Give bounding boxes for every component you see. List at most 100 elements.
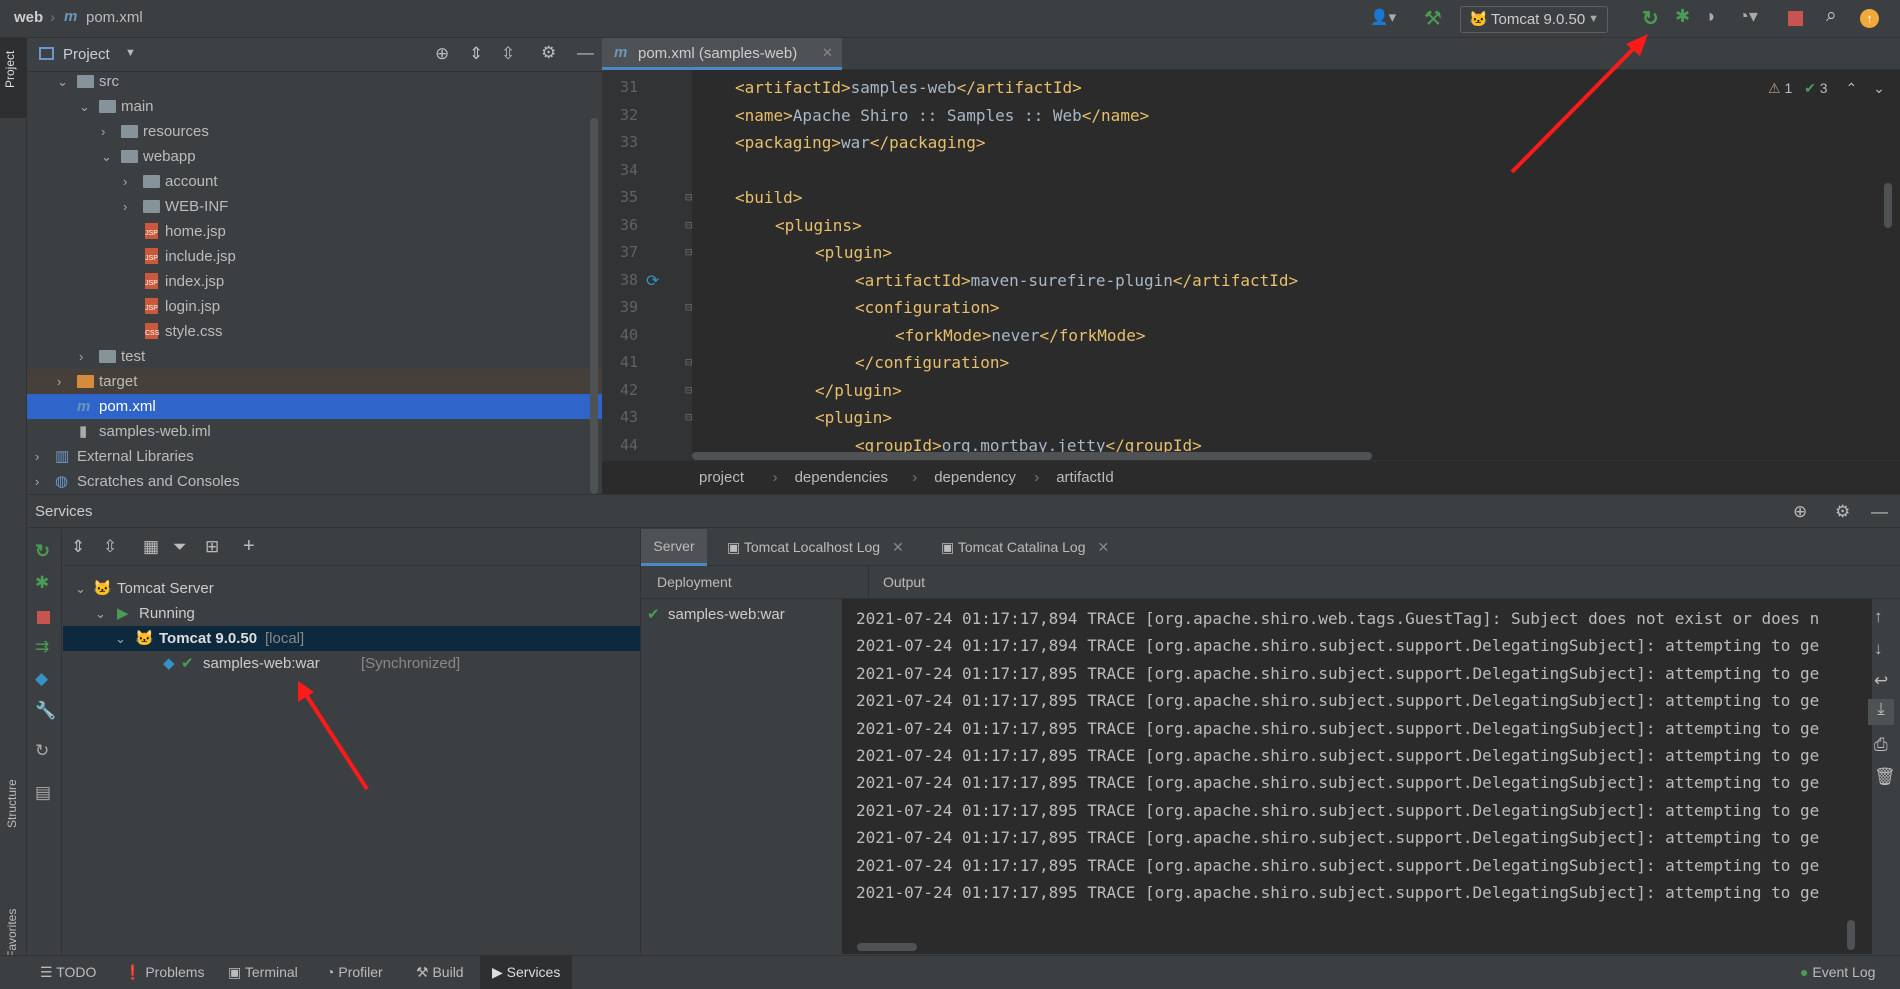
wrench-icon[interactable]: 🔧 <box>35 701 56 721</box>
previous-highlight-icon[interactable]: ⌃ <box>1845 80 1857 96</box>
refresh-icon[interactable]: ↻ <box>35 741 49 761</box>
horizontal-scrollbar[interactable] <box>692 452 1372 460</box>
project-tree-item[interactable]: JSP include.jsp <box>27 244 602 269</box>
collapse-all-icon[interactable]: ⇳ <box>501 44 515 64</box>
search-icon[interactable]: ⌕ <box>1826 5 1837 27</box>
fold-icon[interactable]: ⊟ <box>685 404 692 431</box>
tool-todo[interactable]: ☰ TODO <box>40 956 96 989</box>
project-tree-item[interactable]: ⌄ src <box>27 69 602 94</box>
coverage-icon[interactable]: ◗ <box>1706 6 1717 27</box>
output-vscrollbar[interactable] <box>1847 920 1855 950</box>
chevron-down-icon[interactable]: ⌄ <box>101 144 112 169</box>
run-config-dropdown[interactable]: 🐱 Tomcat 9.0.50 ▼ <box>1460 6 1608 33</box>
profiler-icon[interactable]: ◔▾ <box>1738 6 1758 27</box>
chevron-right-icon[interactable]: › <box>35 444 39 469</box>
chevron-down-icon[interactable]: ⌄ <box>79 94 90 119</box>
chevron-right-icon[interactable]: › <box>57 369 61 394</box>
expand-all-icon[interactable]: ⇕ <box>71 537 85 557</box>
breadcrumb-item[interactable]: dependencies <box>795 461 888 495</box>
project-tree-item[interactable]: › test <box>27 344 602 369</box>
chevron-right-icon[interactable]: › <box>101 119 105 144</box>
output-console[interactable]: 2021-07-24 01:17:17,894 TRACE [org.apach… <box>842 599 1872 954</box>
project-tree-item[interactable]: CSS style.css <box>27 319 602 344</box>
locate-icon[interactable]: ⊕ <box>435 44 449 64</box>
output-hscrollbar[interactable] <box>857 943 917 951</box>
fold-icon[interactable]: ⊟ <box>685 184 692 211</box>
project-tree-item[interactable]: › account <box>27 169 602 194</box>
arrow-down-icon[interactable]: ↓ <box>1874 639 1883 659</box>
project-scrollbar[interactable] <box>590 118 598 494</box>
override-icon[interactable]: ⟳ <box>646 267 659 294</box>
tree-item-running[interactable]: ⌄ ▶ Running <box>63 601 640 626</box>
fold-icon[interactable]: ⊟ <box>685 212 692 239</box>
scroll-to-end-icon[interactable]: ⤓ <box>1868 699 1894 725</box>
arrow-up-icon[interactable]: ↑ <box>1874 607 1883 627</box>
project-tool-tab[interactable]: Project <box>3 51 17 88</box>
tree-item-tomcat-instance[interactable]: ⌄ 🐱 Tomcat 9.0.50 [local] <box>63 626 640 651</box>
chevron-down-icon[interactable]: ⌄ <box>95 601 106 626</box>
project-view-selector[interactable]: Project <box>63 46 110 63</box>
fold-icon[interactable]: ⊟ <box>685 294 692 321</box>
hide-icon[interactable]: — <box>1871 495 1888 528</box>
project-tree-item[interactable]: m pom.xml <box>27 394 602 419</box>
collapse-all-icon[interactable]: ⇳ <box>103 537 117 557</box>
next-highlight-icon[interactable]: ⌄ <box>1873 80 1885 96</box>
breadcrumb-item[interactable]: artifactId <box>1056 461 1114 495</box>
tool-build[interactable]: ⚒ Build <box>416 956 464 989</box>
group-by-icon[interactable]: ▦ <box>143 537 159 557</box>
tab-pom-xml[interactable]: m pom.xml (samples-web) ✕ <box>602 38 842 70</box>
project-tree-item[interactable]: ▮ samples-web.iml <box>27 419 602 444</box>
soft-wrap-icon[interactable]: ↩ <box>1874 671 1888 691</box>
chevron-right-icon[interactable]: › <box>123 169 127 194</box>
debug-bug-icon[interactable]: ✱ <box>1675 6 1690 27</box>
project-tree-item[interactable]: › target <box>27 369 602 394</box>
chevron-right-icon[interactable]: › <box>123 194 127 219</box>
chevron-right-icon[interactable]: › <box>79 344 83 369</box>
tool-problems[interactable]: ❗ Problems <box>124 956 204 989</box>
chevron-right-icon[interactable]: › <box>35 469 39 494</box>
gear-icon[interactable]: ⚙ <box>1835 495 1850 528</box>
chevron-down-icon[interactable]: ⌄ <box>75 576 86 601</box>
breadcrumb-item[interactable]: project <box>699 461 744 495</box>
artifact-icon[interactable]: ◆ <box>35 669 48 689</box>
tool-services[interactable]: ▶ Services <box>480 956 573 989</box>
tab-catalina-log[interactable]: ▣ Tomcat Catalina Log ✕ <box>941 529 1109 566</box>
project-tree-item[interactable]: JSP index.jsp <box>27 269 602 294</box>
tab-server[interactable]: Server <box>641 529 707 566</box>
project-tree-item[interactable]: JSP home.jsp <box>27 219 602 244</box>
debug-icon[interactable]: ✱ <box>35 573 49 593</box>
build-hammer-icon[interactable]: ⚒ <box>1424 6 1442 31</box>
hide-icon[interactable]: — <box>577 43 594 63</box>
breadcrumb-item[interactable]: dependency <box>934 461 1016 495</box>
fold-icon[interactable]: ⊟ <box>685 377 692 404</box>
tool-event-log[interactable]: ● Event Log <box>1800 956 1875 989</box>
new-tab-icon[interactable]: ⊞ <box>205 537 219 557</box>
project-tree-item[interactable]: ⌄ webapp <box>27 144 602 169</box>
chevron-down-icon[interactable]: ⌄ <box>115 626 126 651</box>
print-icon[interactable]: ⎙ <box>1874 735 1888 755</box>
stop-icon[interactable] <box>37 611 50 624</box>
locate-icon[interactable]: ⊕ <box>1793 495 1807 528</box>
tree-item-artifact[interactable]: ◆ ✔ samples-web:war [Synchronized] <box>63 651 640 676</box>
rerun-icon[interactable]: ↻ <box>35 541 50 562</box>
close-icon[interactable]: ✕ <box>1098 539 1110 555</box>
deploy-icon[interactable]: ⇉ <box>35 637 49 657</box>
breadcrumb-project[interactable]: web <box>14 9 43 26</box>
tool-terminal[interactable]: ▣ Terminal <box>228 956 298 989</box>
filter-icon[interactable]: ⏷ <box>173 537 187 557</box>
gear-icon[interactable]: ⚙ <box>541 43 556 63</box>
user-icon[interactable]: 👤▾ <box>1370 8 1396 26</box>
trash-icon[interactable]: 🗑 <box>1874 767 1896 787</box>
add-service-icon[interactable]: + <box>243 535 255 558</box>
project-tree-item[interactable]: JSP login.jsp <box>27 294 602 319</box>
update-redeploy-icon[interactable]: ↻ <box>1642 6 1659 31</box>
layout-icon[interactable]: ▤ <box>35 783 51 803</box>
inspection-widget[interactable]: ⚠ 1 ✔ 3 ⌃ ⌄ <box>1768 80 1885 97</box>
structure-tool-tab[interactable]: Structure <box>5 779 19 828</box>
chevron-down-icon[interactable]: ⌄ <box>57 69 68 94</box>
project-tree-item[interactable]: ⌄ main <box>27 94 602 119</box>
code-area[interactable]: 31 <artifactId>samples-web</artifactId> 32… <box>602 74 1882 460</box>
chevron-down-icon[interactable]: ▼ <box>125 47 136 59</box>
tool-profiler[interactable]: ◔ Profiler <box>326 956 383 989</box>
tab-localhost-log[interactable]: ▣ Tomcat Localhost Log ✕ <box>727 529 904 566</box>
